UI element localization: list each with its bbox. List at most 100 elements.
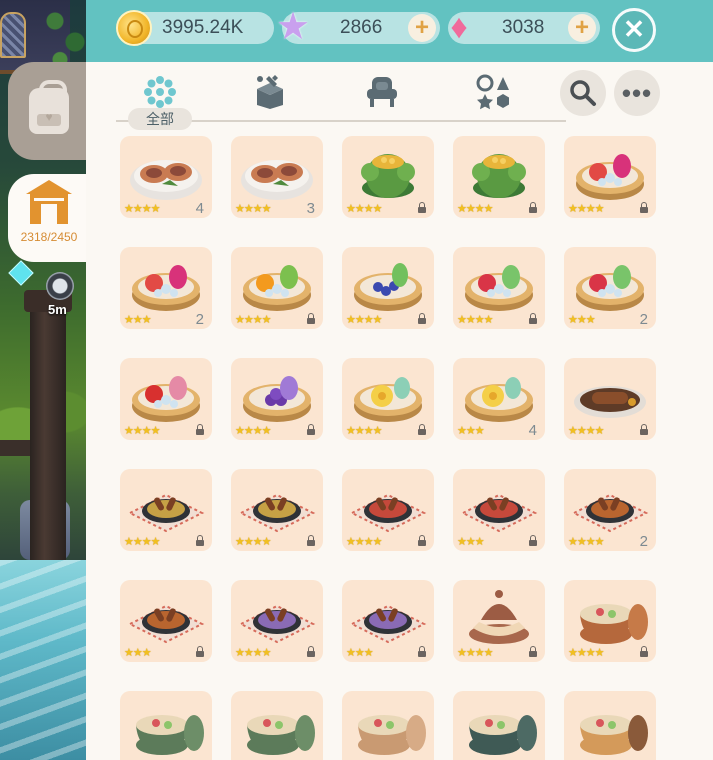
item-cell[interactable]: ★★★★ <box>231 247 323 329</box>
item-cell[interactable] <box>120 691 212 760</box>
item-cell[interactable]: ★★★ 2 <box>120 247 212 329</box>
red-grill-platter-icon <box>349 493 427 533</box>
close-button[interactable]: ✕ <box>612 8 656 52</box>
item-quantity: 2 <box>639 533 648 550</box>
star-counter: ★ 2866 + <box>276 8 440 46</box>
lock-icon <box>640 424 648 435</box>
lock-icon <box>196 535 204 546</box>
tab-shapes[interactable] <box>470 70 518 114</box>
item-cell[interactable]: ★★★★ <box>342 136 434 218</box>
lock-icon <box>640 646 648 657</box>
item-cell[interactable] <box>453 691 545 760</box>
item-cell[interactable]: ★★★★ <box>120 358 212 440</box>
item-cell[interactable]: ★★★★ <box>564 358 656 440</box>
item-quantity: 4 <box>528 422 537 439</box>
star-rating: ★★★★ <box>568 536 604 548</box>
star-rating: ★★★★ <box>346 536 382 548</box>
more-options-button[interactable]: ••• <box>614 70 660 116</box>
star-rating: ★★★★ <box>124 536 160 548</box>
lock-icon <box>418 646 426 657</box>
storage-panel: 全部 ••• ★★★★ 4 ★★★★ 3 ★★★★ ★★★★ ★★★★ ★★★ … <box>86 62 713 760</box>
item-cell[interactable]: ★★★★ <box>564 580 656 662</box>
star-rating: ★★★★ <box>124 203 160 215</box>
star-rating: ★★★★ <box>235 203 271 215</box>
item-cell[interactable] <box>564 691 656 760</box>
gem-counter: ♦ 3038 + <box>448 8 600 46</box>
star-rating: ★★★★ <box>457 314 493 326</box>
flower-tart-icon <box>465 377 533 422</box>
item-cell[interactable]: ★★★ 2 <box>564 247 656 329</box>
search-button[interactable] <box>560 70 606 116</box>
timer-clock-icon[interactable] <box>46 272 74 300</box>
item-cell[interactable] <box>342 691 434 760</box>
item-cell[interactable]: ★★★★ <box>342 358 434 440</box>
green-pot-stew-icon <box>136 715 204 755</box>
star-rating: ★★★★ <box>235 314 271 326</box>
item-cell[interactable]: ★★★★ 4 <box>120 136 212 218</box>
shapes-icon <box>476 74 509 110</box>
star-rating: ★★★★ <box>568 203 604 215</box>
fish-plate-icon <box>241 160 313 200</box>
water <box>0 560 90 760</box>
vines <box>40 0 90 70</box>
berry-cactus-tart-icon <box>576 265 644 311</box>
green-pot-stew-icon <box>247 715 315 755</box>
purple-grill-platter-icon <box>349 604 427 644</box>
item-cell[interactable]: ★★★ 4 <box>453 358 545 440</box>
gem-value: 3038 <box>502 17 545 38</box>
backpack-tab[interactable]: ♥ <box>8 62 90 160</box>
item-cell[interactable] <box>231 691 323 760</box>
lock-icon <box>529 202 537 213</box>
item-cell[interactable]: ★★★★ <box>231 580 323 662</box>
lock-icon <box>418 202 426 213</box>
item-cell[interactable]: ★★★ <box>453 469 545 551</box>
item-cell[interactable]: ★★★★ <box>231 358 323 440</box>
tab-crafting[interactable] <box>246 70 294 114</box>
dark-pot-soup-icon <box>469 715 537 755</box>
storage-count: 2318/2450 <box>20 230 78 244</box>
item-cell[interactable]: ★★★★ <box>120 469 212 551</box>
lock-icon <box>418 313 426 324</box>
coin-value: 3995.24K <box>162 17 244 38</box>
item-cell[interactable]: ★★★★ <box>231 469 323 551</box>
timer-label: 5m <box>48 302 67 317</box>
star-rating: ★★★ <box>457 425 485 437</box>
lock-icon <box>418 424 426 435</box>
item-cell[interactable]: ★★★★ <box>453 580 545 662</box>
orange-tart-icon <box>243 265 311 311</box>
grilled-platter-icon <box>238 493 316 533</box>
tab-furniture[interactable] <box>358 70 406 114</box>
add-stars-button[interactable]: + <box>408 14 436 42</box>
category-tabs: 全部 ••• <box>86 62 713 134</box>
star-rating: ★★★★ <box>568 425 604 437</box>
lock-icon <box>529 313 537 324</box>
steak-plate-icon <box>574 386 646 418</box>
star-rating: ★★★★ <box>457 203 493 215</box>
item-cell[interactable]: ★★★★ <box>453 247 545 329</box>
star-rating: ★★★★ <box>124 425 160 437</box>
lock-icon <box>307 424 315 435</box>
item-cell[interactable]: ★★★★ 2 <box>564 469 656 551</box>
item-cell[interactable]: ★★★★ <box>453 136 545 218</box>
clay-pot-stew-icon <box>580 604 648 644</box>
add-gems-button[interactable]: + <box>568 14 596 42</box>
item-cell[interactable]: ★★★ <box>120 580 212 662</box>
build-storage-tab[interactable]: 2318/2450 <box>8 174 90 262</box>
ellipsis-icon: ••• <box>621 78 653 108</box>
item-cell[interactable]: ★★★★ <box>342 247 434 329</box>
item-cell[interactable]: ★★★ <box>342 580 434 662</box>
clay-pot-curry-icon <box>580 715 648 755</box>
item-cell[interactable]: ★★★★ <box>564 136 656 218</box>
star-rating: ★★★★ <box>568 647 604 659</box>
item-cell[interactable]: ★★★★ 3 <box>231 136 323 218</box>
tab-all-label: 全部 <box>128 108 192 130</box>
item-cell[interactable]: ★★★★ <box>342 469 434 551</box>
tagine-icon <box>469 590 529 644</box>
currency-bar: 3995.24K ★ 2866 + ♦ 3038 + ✕ <box>86 0 713 62</box>
heart-icon: ♥ <box>45 110 53 124</box>
lock-icon <box>418 535 426 546</box>
item-quantity: 3 <box>306 200 315 217</box>
coin-counter: 3995.24K <box>116 10 274 46</box>
blueberry-tart-icon <box>354 263 422 311</box>
coin-icon <box>116 10 152 46</box>
